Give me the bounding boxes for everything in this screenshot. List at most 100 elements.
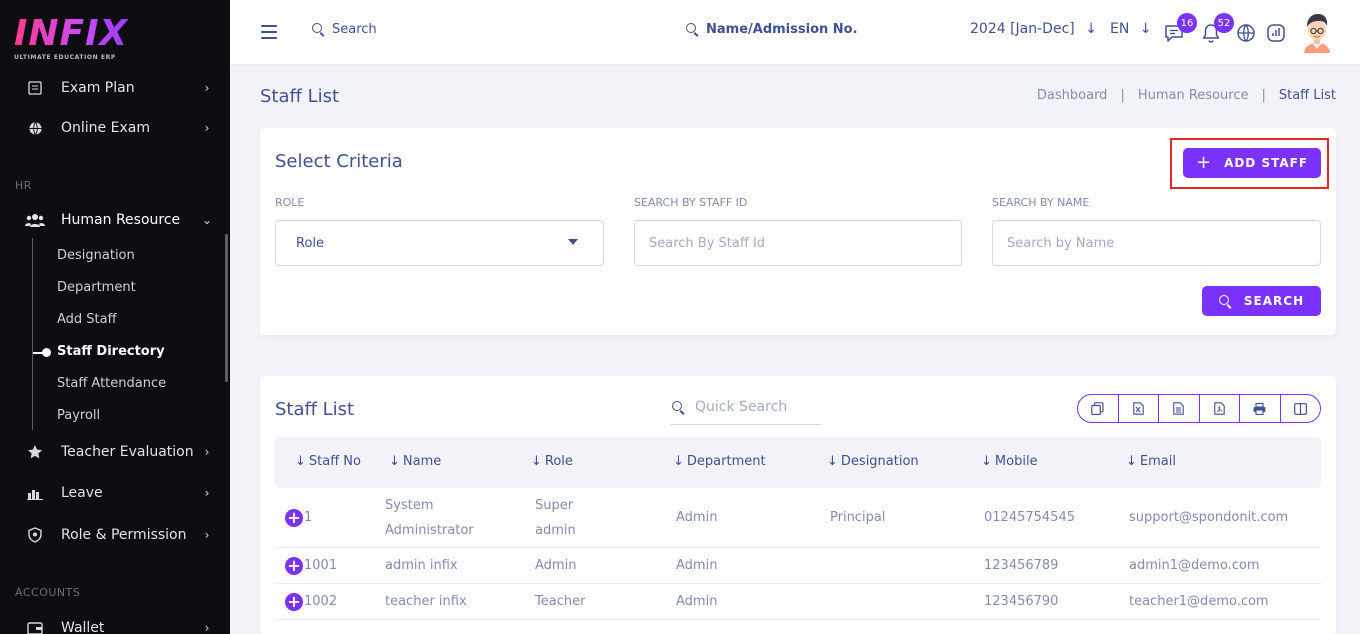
column-header-department[interactable]: ↓ Department <box>673 454 766 469</box>
arrow-down-icon: ↓ <box>827 454 838 469</box>
section-label-accounts: ACCOUNTS <box>15 586 81 599</box>
admission-search[interactable]: Name/Admission No. <box>686 22 858 37</box>
breadcrumb-dashboard[interactable]: Dashboard <box>1037 88 1108 103</box>
add-staff-button[interactable]: + ADD STAFF <box>1183 148 1321 178</box>
pdf-button[interactable] <box>1200 395 1240 422</box>
chevron-right-icon: › <box>204 81 210 95</box>
sidebar-item-teacher-evaluation[interactable]: Teacher Evaluation › <box>24 440 214 464</box>
excel-button[interactable] <box>1119 395 1159 422</box>
sidebar-item-label: Human Resource <box>61 212 181 228</box>
breadcrumb-human-resource[interactable]: Human Resource <box>1138 88 1249 103</box>
search-button-label: SEARCH <box>1243 294 1305 308</box>
reports-button[interactable] <box>1265 22 1287 44</box>
website-button[interactable] <box>1235 22 1257 44</box>
cell-role-line: Super <box>535 498 574 513</box>
table-row[interactable]: + 1002 teacher infix Teacher Admin 12345… <box>275 584 1321 620</box>
quick-search-placeholder: Quick Search <box>695 399 788 415</box>
copy-button[interactable] <box>1078 395 1119 422</box>
cell-email: teacher1@demo.com <box>1129 594 1269 609</box>
notifications-button[interactable]: 52 <box>1200 13 1234 44</box>
submenu-item-add-staff[interactable]: Add Staff <box>57 312 117 327</box>
chevron-right-icon: › <box>204 445 210 459</box>
cell-mobile: 123456789 <box>984 558 1059 573</box>
menu-toggle-icon[interactable] <box>261 25 277 39</box>
column-header-email[interactable]: ↓ Email <box>1126 454 1176 469</box>
academic-year-value: 2024 [Jan-Dec] <box>970 21 1075 37</box>
table-row[interactable]: + 1 System Administrator Super admin Adm… <box>275 488 1321 548</box>
expand-row-icon[interactable]: + <box>285 557 303 575</box>
column-header-role[interactable]: ↓ Role <box>531 454 573 469</box>
copy-icon <box>1091 402 1104 415</box>
sidebar-item-leave[interactable]: Leave › <box>24 481 214 505</box>
role-select[interactable]: Role <box>275 220 604 266</box>
csv-button[interactable] <box>1159 395 1200 422</box>
submenu-item-designation[interactable]: Designation <box>57 248 135 263</box>
submenu-item-staff-directory[interactable]: Staff Directory <box>57 344 165 359</box>
name-search-input[interactable]: Search by Name <box>992 220 1321 266</box>
arrow-down-icon: ↓ <box>389 454 400 469</box>
cell-department: Admin <box>676 510 718 525</box>
sidebar-item-exam-plan[interactable]: Exam Plan › <box>24 76 214 100</box>
staff-id-input[interactable]: Search By Staff Id <box>634 220 962 266</box>
sidebar-item-role-permission[interactable]: Role & Permission › <box>24 523 214 547</box>
sidebar-item-label: Role & Permission <box>61 527 187 543</box>
brand-name: INFIX <box>14 14 154 54</box>
role-select-value: Role <box>296 235 325 251</box>
plus-icon: + <box>1195 152 1213 173</box>
column-header-label: Role <box>544 454 573 469</box>
sidebar-item-label: Wallet <box>61 620 105 634</box>
top-header: Search Name/Admission No. 2024 [Jan-Dec]… <box>230 0 1360 64</box>
columns-button[interactable] <box>1281 395 1321 422</box>
column-header-label: Staff No <box>308 454 361 469</box>
pdf-icon <box>1214 402 1225 415</box>
language-select[interactable]: EN ↓ <box>1110 21 1152 37</box>
column-header-label: Name <box>402 454 442 469</box>
name-search-placeholder: Search by Name <box>1007 235 1115 251</box>
submenu-line <box>32 238 33 430</box>
cell-department: Admin <box>676 594 718 609</box>
export-toolbar <box>1077 394 1321 423</box>
notifications-badge: 52 <box>1214 13 1234 33</box>
quick-search-input[interactable]: Quick Search <box>670 390 821 425</box>
submenu-item-payroll[interactable]: Payroll <box>57 408 100 423</box>
sidebar-scrollbar[interactable] <box>225 234 228 382</box>
cell-email: support@spondonit.com <box>1129 510 1289 525</box>
table-row[interactable]: + 1001 admin infix Admin Admin 123456789… <box>275 548 1321 584</box>
global-search[interactable]: Search <box>312 22 377 37</box>
column-header-mobile[interactable]: ↓ Mobile <box>981 454 1038 469</box>
column-header-name[interactable]: ↓ Name <box>389 454 441 469</box>
search-button[interactable]: SEARCH <box>1202 286 1321 316</box>
csv-icon <box>1173 402 1184 415</box>
brand-logo[interactable]: INFIX ULTIMATE EDUCATION ERP <box>14 14 154 70</box>
column-header-designation[interactable]: ↓ Designation <box>827 454 919 469</box>
section-label-hr: HR <box>15 179 32 192</box>
chevron-right-icon: › <box>204 121 210 135</box>
search-icon <box>312 23 325 36</box>
academic-year-select[interactable]: 2024 [Jan-Dec] ↓ <box>970 21 1097 37</box>
cell-staff-no: 1002 <box>304 594 338 609</box>
cell-name: admin infix <box>385 558 458 573</box>
cell-role: Super admin <box>535 493 576 543</box>
cell-name: teacher infix <box>385 594 467 609</box>
column-header-staff-no[interactable]: ↓ Staff No <box>295 454 361 469</box>
submenu-item-staff-attendance[interactable]: Staff Attendance <box>57 376 166 391</box>
staff-table: ↓ Staff No ↓ Name ↓ Role ↓ Department ↓ Desig… <box>275 437 1321 620</box>
sidebar-item-wallet[interactable]: Wallet › <box>24 616 214 634</box>
expand-row-icon[interactable]: + <box>285 509 303 527</box>
submenu-item-department[interactable]: Department <box>57 280 136 295</box>
messages-button[interactable]: 16 <box>1163 13 1197 44</box>
search-icon <box>672 400 685 414</box>
printer-icon <box>1253 402 1266 415</box>
breadcrumb-separator: | <box>1261 88 1266 103</box>
sidebar-item-label: Online Exam <box>61 120 150 136</box>
search-icon <box>686 23 699 36</box>
cell-designation: Principal <box>830 510 886 525</box>
print-button[interactable] <box>1240 395 1281 422</box>
user-avatar[interactable] <box>1300 11 1334 53</box>
sidebar-item-human-resource[interactable]: Human Resource ⌄ <box>24 208 214 232</box>
cell-staff-no: 1 <box>304 510 313 525</box>
cell-role-line: admin <box>535 523 576 538</box>
sidebar-item-online-exam[interactable]: Online Exam › <box>24 116 214 140</box>
cell-name: System Administrator <box>385 493 474 543</box>
expand-row-icon[interactable]: + <box>285 593 303 611</box>
